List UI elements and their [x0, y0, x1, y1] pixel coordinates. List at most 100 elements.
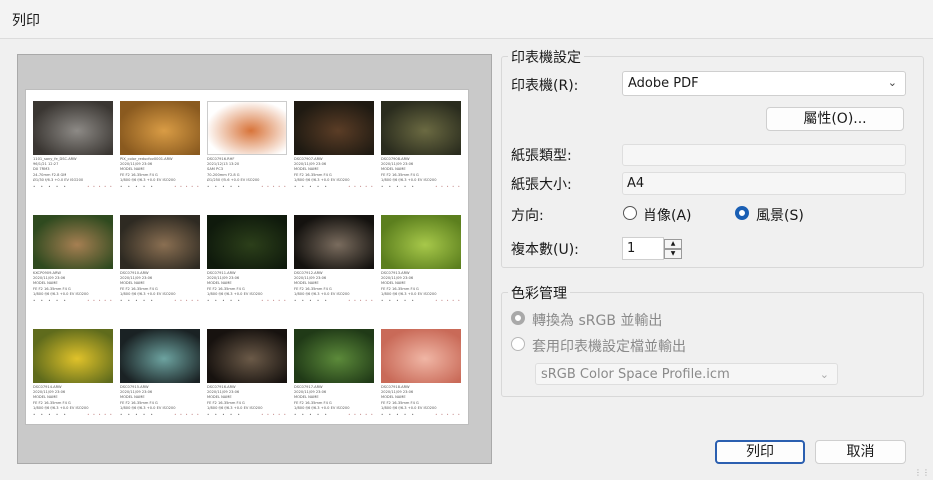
photo-thumbnail: DSC07916.RHF 2021/12/13 13:20 SAM PC3 70-20… [207, 101, 287, 189]
color-label-dots: • • • • • [435, 298, 461, 304]
landscape-label[interactable]: 風景(S) [756, 205, 804, 225]
landscape-radio[interactable] [735, 206, 749, 220]
thumbnail-metadata: DSC07913.ARW 2020/11/09 23:06 MODEL NAME FE… [381, 271, 461, 297]
color-label-dots: • • • • • [261, 184, 287, 190]
thumbnail-image [120, 329, 200, 383]
thumbnail-metadata: DSC07916.ARW 2020/11/09 23:06 MODEL NAME FE… [207, 385, 287, 411]
color-profile-select[interactable]: sRGB Color Space Profile.icm ⌄ [535, 363, 838, 385]
portrait-label[interactable]: 肖像(A) [643, 205, 692, 225]
convert-srgb-radio[interactable] [511, 311, 525, 325]
color-label-dots: • • • • • [174, 298, 200, 304]
chevron-down-icon: ⌄ [819, 368, 829, 381]
metadata-line: 1/800 f/6 f/6.3 +0.0 EV ISO200 [294, 177, 350, 182]
chevron-down-icon: ⌄ [887, 76, 897, 89]
thumbnail-image [294, 329, 374, 383]
cancel-button[interactable]: 取消 [815, 440, 906, 464]
color-label-dots: • • • • • [261, 298, 287, 304]
thumbnail-metadata: DSC07912.ARW 2020/11/09 23:06 MODEL NAME FE… [294, 271, 374, 297]
color-label-dots: • • • • • [174, 184, 200, 190]
printer-profile-radio[interactable] [511, 337, 525, 351]
convert-srgb-label[interactable]: 轉換為 sRGB 並輸出 [532, 310, 662, 330]
photo-thumbnail: DSC07914.ARW 2020/11/09 23:06 MODEL NAME FE… [33, 329, 113, 417]
thumbnail-metadata: DSC07908.ARW 2020/11/09 23:06 MODEL NAME FE… [381, 157, 461, 183]
printer-label: 印表機(R): [511, 78, 579, 94]
thumbnail-metadata: DSC07916.RHF 2021/12/13 13:20 SAM PC3 70-20… [207, 157, 287, 183]
thumbnail-metadata: DSC07918.ARW 2020/11/09 23:06 MODEL NAME FE… [381, 385, 461, 411]
photo-thumbnail: 1101_sony_fe_DSC.ARW 96/1/21 12:27 DX 7RM3… [33, 101, 113, 189]
photo-thumbnail: DSC07908.ARW 2020/11/09 23:06 MODEL NAME FE… [381, 101, 461, 189]
printer-select-value: Adobe PDF [628, 76, 699, 91]
thumbnail-image [381, 215, 461, 269]
thumbnail-image [120, 215, 200, 269]
color-label-dots: • • • • • [435, 184, 461, 190]
thumbnail-image [33, 215, 113, 269]
photo-thumbnail: DSC07915.ARW 2020/11/09 23:06 MODEL NAME FE… [120, 329, 200, 417]
thumbnail-metadata: DSC07907.ARW 2020/11/09 23:06 MODEL NAME FE… [294, 157, 374, 183]
photo-thumbnail: DSC07912.ARW 2020/11/09 23:06 MODEL NAME FE… [294, 215, 374, 303]
color-management-title: 色彩管理 [508, 283, 570, 303]
thumbnail-image [294, 215, 374, 269]
metadata-line: Ø1/250 f/5.6 +0.0 EV ISO200 [207, 177, 260, 182]
color-label-dots: • • • • • [348, 412, 374, 418]
printer-profile-label[interactable]: 套用印表機設定檔並輸出 [532, 336, 686, 356]
color-label-dots: • • • • • [174, 412, 200, 418]
printer-select[interactable]: Adobe PDF ⌄ [622, 71, 906, 96]
photo-thumbnail: KXCP0909.ARW 2020/11/09 23:06 MODEL NAME FE… [33, 215, 113, 303]
color-label-dots: • • • • • [348, 298, 374, 304]
color-label-dots: • • • • • [87, 184, 113, 190]
metadata-line: 1/800 f/6 f/6.3 +0.0 EV ISO200 [33, 291, 89, 296]
metadata-line: 1/800 f/6 f/6.3 +0.0 EV ISO200 [381, 177, 437, 182]
paper-size-field: A4 [622, 172, 906, 195]
thumbnail-image [207, 215, 287, 269]
photo-thumbnail: DSC07917.ARW 2020/11/09 23:06 MODEL NAME FE… [294, 329, 374, 417]
thumbnail-metadata: KXCP0909.ARW 2020/11/09 23:06 MODEL NAME FE… [33, 271, 113, 297]
color-profile-value: sRGB Color Space Profile.icm [541, 367, 730, 382]
copies-input[interactable]: 1 [622, 237, 664, 260]
metadata-line: Ø1/30 f/6.3 +0.0 EV ISO200 [33, 177, 84, 182]
metadata-line: 1/800 f/6 f/6.3 +0.0 EV ISO200 [294, 291, 350, 296]
paper-type-field [622, 144, 906, 166]
thumbnail-image [33, 101, 113, 155]
thumbnail-metadata: DSC07910.ARW 2020/11/09 23:06 MODEL NAME FE… [120, 271, 200, 297]
metadata-line: 1/800 f/6 f/6.3 +0.0 EV ISO200 [207, 291, 263, 296]
photo-thumbnail: DSC07907.ARW 2020/11/09 23:06 MODEL NAME FE… [294, 101, 374, 189]
color-label-dots: • • • • • [435, 412, 461, 418]
printer-properties-button[interactable]: 屬性(O)... [766, 107, 904, 131]
title-bar: 列印 [0, 0, 933, 39]
copies-decrement-button[interactable]: ▼ [664, 249, 682, 259]
paper-size-label: 紙張大小: [511, 177, 572, 193]
thumbnail-image [381, 329, 461, 383]
copies-increment-button[interactable]: ▲ [664, 239, 682, 249]
orientation-label: 方向: [511, 208, 544, 224]
resize-grip-icon[interactable]: ⋮⋮ [914, 468, 930, 477]
color-label-dots: • • • • • [348, 184, 374, 190]
preview-paper: 1101_sony_fe_DSC.ARW 96/1/21 12:27 DX 7RM3… [26, 90, 468, 424]
thumbnail-metadata: DSC07911.ARW 2020/11/09 23:06 MODEL NAME FE… [207, 271, 287, 297]
thumbnail-metadata: DSC07917.ARW 2020/11/09 23:06 MODEL NAME FE… [294, 385, 374, 411]
window-title: 列印 [12, 13, 40, 29]
color-label-dots: • • • • • [87, 412, 113, 418]
portrait-radio[interactable] [623, 206, 637, 220]
metadata-line: 1/800 f/6 f/6.3 +0.0 EV ISO200 [120, 177, 176, 182]
print-button[interactable]: 列印 [715, 440, 805, 464]
metadata-line: 1/800 f/6 f/6.3 +0.0 EV ISO200 [381, 405, 437, 410]
metadata-line: 1/800 f/6 f/6.3 +0.0 EV ISO200 [207, 405, 263, 410]
thumbnail-metadata: DSC07914.ARW 2020/11/09 23:06 MODEL NAME FE… [33, 385, 113, 411]
paper-type-label: 紙張類型: [511, 148, 572, 164]
photo-thumbnail: DSC07910.ARW 2020/11/09 23:06 MODEL NAME FE… [120, 215, 200, 303]
photo-thumbnail: DSC07911.ARW 2020/11/09 23:06 MODEL NAME FE… [207, 215, 287, 303]
color-label-dots: • • • • • [87, 298, 113, 304]
photo-thumbnail: DSC07916.ARW 2020/11/09 23:06 MODEL NAME FE… [207, 329, 287, 417]
thumbnail-image [33, 329, 113, 383]
photo-thumbnail: PIX_color_reducfov0001.ARW 2020/11/09 23:… [120, 101, 200, 189]
printer-settings-title: 印表機設定 [508, 47, 584, 67]
metadata-line: 1/800 f/6 f/6.3 +0.0 EV ISO200 [120, 405, 176, 410]
thumbnail-metadata: DSC07915.ARW 2020/11/09 23:06 MODEL NAME FE… [120, 385, 200, 411]
photo-thumbnail: DSC07918.ARW 2020/11/09 23:06 MODEL NAME FE… [381, 329, 461, 417]
metadata-line: 1/800 f/6 f/6.3 +0.0 EV ISO200 [381, 291, 437, 296]
copies-label: 複本數(U): [511, 242, 579, 258]
thumbnail-metadata: 1101_sony_fe_DSC.ARW 96/1/21 12:27 DX 7RM3… [33, 157, 113, 183]
thumbnail-image [294, 101, 374, 155]
metadata-line: 1/800 f/6 f/6.3 +0.0 EV ISO200 [294, 405, 350, 410]
thumbnail-image [207, 329, 287, 383]
